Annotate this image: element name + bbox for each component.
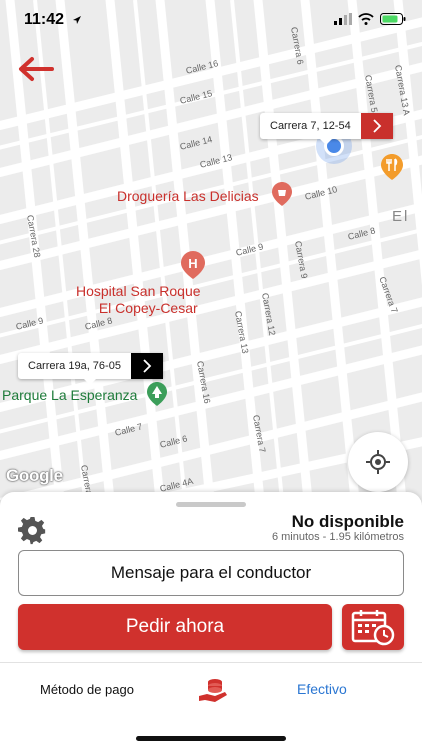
status-bar: 11:42 (0, 0, 422, 40)
calendar-clock-icon (351, 610, 395, 646)
chevron-right-icon[interactable] (130, 353, 163, 379)
drag-handle[interactable] (176, 502, 246, 507)
location-arrow-icon (73, 16, 81, 24)
street-label: El (392, 208, 410, 225)
my-location-button[interactable] (348, 432, 408, 492)
hospital-label-line2: El Copey-Cesar (98, 300, 198, 316)
signal-icon (334, 13, 352, 25)
chevron-right-icon[interactable] (360, 113, 393, 139)
hospital-pin-icon[interactable]: H (181, 251, 205, 279)
google-attribution: Google (6, 466, 63, 485)
destination-address: Carrera 19a, 76-05 (28, 360, 121, 372)
cash-hand-icon (199, 679, 227, 702)
status-time: 11:42 (24, 11, 65, 28)
order-now-button[interactable]: Pedir ahora (18, 604, 332, 650)
settings-button[interactable] (18, 516, 48, 551)
payment-method-value[interactable]: Efectivo (297, 681, 347, 697)
svg-text:H: H (188, 256, 197, 271)
wifi-icon (358, 13, 374, 25)
gear-icon (18, 516, 46, 545)
arrow-left-icon (19, 57, 54, 81)
availability-title: No disponible (291, 512, 404, 531)
park-label[interactable]: Parque La Esperanza (2, 387, 137, 403)
schedule-button[interactable] (342, 604, 404, 650)
divider (0, 662, 422, 663)
trip-estimate: 6 minutos - 1.95 kilómetros (271, 531, 404, 543)
hospital-label-line1: Hospital San Roque (76, 283, 201, 299)
payment-method-label: Método de pago (40, 682, 134, 697)
park-pin-icon[interactable] (147, 382, 167, 406)
pharmacy-label[interactable]: Droguería Las Delicias (117, 188, 259, 205)
pharmacy-pin-icon[interactable] (272, 182, 292, 206)
hospital-label[interactable]: Hospital San Roque El Copey-Cesar (76, 283, 201, 317)
origin-callout[interactable]: Carrera 7, 12-54 (260, 113, 393, 145)
crosshair-icon (366, 450, 390, 474)
payment-method-row[interactable]: Método de pago Efectivo (0, 670, 422, 710)
restaurant-pin-icon[interactable] (381, 154, 403, 180)
map-view[interactable]: Calle 16 Calle 15 Calle 14 Calle 13 Call… (0, 0, 422, 500)
bottom-panel: No disponible 6 minutos - 1.95 kilómetro… (0, 492, 422, 750)
road-network (0, 0, 422, 500)
destination-callout[interactable]: Carrera 19a, 76-05 (18, 353, 163, 385)
battery-icon (380, 13, 406, 25)
origin-address: Carrera 7, 12-54 (270, 120, 351, 132)
back-button[interactable] (16, 54, 56, 84)
message-driver-button[interactable]: Mensaje para el conductor (18, 550, 404, 596)
home-indicator (136, 736, 286, 741)
